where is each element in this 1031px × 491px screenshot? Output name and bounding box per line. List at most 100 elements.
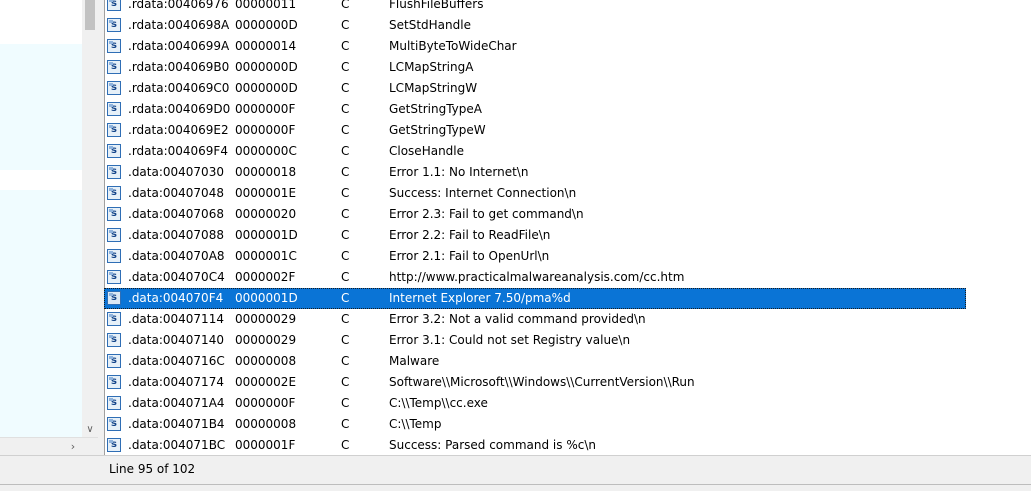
left-pane[interactable]: ∨ ›	[0, 0, 98, 455]
string-value: MultiByteToWideChar	[389, 39, 517, 53]
string-row[interactable]: s .data:00407030 00000018 C Error 1.1: No In…	[104, 162, 966, 183]
string-address: .rdata:004069C0	[128, 81, 230, 95]
string-address: .rdata:004069D0	[128, 102, 231, 116]
string-row[interactable]: s .data:00407088 0000001D C Error 2.2: Fail …	[104, 225, 966, 246]
string-length: 00000018	[235, 165, 297, 179]
string-row[interactable]: s .data:004070F4 0000001D C Internet Explore…	[104, 288, 966, 309]
string-address: .rdata:004069E2	[128, 123, 229, 137]
string-row[interactable]: s .data:004071A4 0000000F C C:\\Temp\\cc.exe	[104, 393, 966, 414]
string-icon: s	[107, 39, 121, 53]
string-row[interactable]: s .rdata:0040698A 0000000D C SetStdHandle	[104, 15, 966, 36]
string-address: .rdata:004069F4	[128, 144, 228, 158]
string-icon: s	[107, 270, 121, 284]
string-icon: s	[107, 102, 121, 116]
string-row[interactable]: s .rdata:004069F4 0000000C C CloseHandle	[104, 141, 966, 162]
string-value: LCMapStringA	[389, 60, 474, 74]
string-length: 0000001C	[235, 249, 297, 263]
string-row[interactable]: s .data:00407068 00000020 C Error 2.3: Fail …	[104, 204, 966, 225]
string-row[interactable]: s .rdata:004069E2 0000000F C GetStringTypeW	[104, 120, 966, 141]
string-type: C	[341, 396, 350, 410]
string-row[interactable]: s .data:004070A8 0000001C C Error 2.1: Fail …	[104, 246, 966, 267]
string-icon: s	[107, 249, 121, 263]
string-row[interactable]: s .data:004070C4 0000002F Chttp://www.pract…	[104, 267, 966, 288]
string-value: Error 2.2: Fail to ReadFile\n	[389, 228, 551, 242]
string-type: C	[341, 249, 350, 263]
string-length: 0000002F	[235, 270, 296, 284]
string-value: FlushFileBuffers	[389, 0, 484, 11]
string-value: LCMapStringW	[389, 81, 478, 95]
string-value: Internet Explorer 7.50/pma%d	[389, 291, 571, 305]
string-row[interactable]: s .rdata:004069B0 0000000D C LCMapStringA	[104, 57, 966, 78]
string-type: C	[341, 228, 350, 242]
string-type: C	[341, 60, 350, 74]
string-row[interactable]: s .data:00407048 0000001E C Success: Interne…	[104, 183, 966, 204]
string-value: Error 3.2: Not a valid command provided\…	[389, 312, 646, 326]
string-length: 0000001F	[235, 438, 296, 452]
string-address: .data:004071BC	[128, 438, 226, 452]
string-row[interactable]: s .data:00407114 00000029 C Error 3.2: Not a…	[104, 309, 966, 330]
string-type: C	[341, 417, 350, 431]
string-length: 0000001E	[235, 186, 297, 200]
string-row[interactable]: s .data:004071B4 00000008 C C:\\Temp	[104, 414, 966, 435]
string-address: .rdata:0040699A	[128, 39, 230, 53]
string-length: 0000000F	[235, 396, 296, 410]
string-value: Malware	[389, 354, 440, 368]
string-row[interactable]: s .rdata:004069C0 0000000D C LCMapStringW	[104, 78, 966, 99]
string-type: C	[341, 354, 350, 368]
string-type: C	[341, 123, 350, 137]
left-horizontal-scrollbar[interactable]: ›	[0, 437, 98, 455]
string-type: C	[341, 102, 350, 116]
string-address: .rdata:004069B0	[128, 60, 230, 74]
string-address: .data:00407030	[128, 165, 224, 179]
string-value: Success: Parsed command is %c\n	[389, 438, 596, 452]
string-value: Error 1.1: No Internet\n	[389, 165, 529, 179]
string-type: C	[341, 375, 350, 389]
string-type: C	[341, 81, 350, 95]
string-icon: s	[107, 0, 121, 11]
chevron-right-icon[interactable]: ›	[66, 438, 80, 455]
string-address: .data:004071B4	[128, 417, 225, 431]
string-length: 00000008	[235, 354, 297, 368]
string-row[interactable]: s .data:00407174 0000002E C Software\\Micros…	[104, 372, 966, 393]
string-length: 00000008	[235, 417, 297, 431]
string-address: .data:00407088	[128, 228, 224, 242]
scrollbar-thumb[interactable]	[85, 0, 95, 30]
left-pane-highlight-band	[0, 190, 82, 437]
string-type: C	[341, 291, 350, 305]
chevron-down-icon[interactable]: ∨	[82, 423, 98, 437]
string-row[interactable]: s .rdata:0040699A 00000014 C MultiByteToWide…	[104, 36, 966, 57]
string-type: C	[341, 312, 350, 326]
string-length: 0000000D	[235, 60, 298, 74]
string-address: .data:00407068	[128, 207, 224, 221]
string-row[interactable]: s .rdata:004069D0 0000000F C GetStringTypeA	[104, 99, 966, 120]
string-row[interactable]: s .data:00407140 00000029 C Error 3.1: Could…	[104, 330, 966, 351]
left-vertical-scrollbar[interactable]: ∨	[82, 0, 98, 437]
strings-list[interactable]: s .rdata:00406976 00000011 C FlushFileBuffer…	[104, 0, 1031, 455]
string-length: 0000000F	[235, 102, 296, 116]
string-type: C	[341, 186, 350, 200]
string-row[interactable]: s .rdata:00406976 00000011 C FlushFileBuffer…	[104, 0, 966, 15]
string-row[interactable]: s .data:0040716C 00000008 C Malware	[104, 351, 966, 372]
string-icon: s	[107, 375, 121, 389]
string-icon: s	[107, 312, 121, 326]
string-length: 0000002E	[235, 375, 297, 389]
string-row[interactable]: s .data:004071BC 0000001F C Success: Parsed …	[104, 435, 966, 455]
string-address: .data:004070A8	[128, 249, 225, 263]
string-length: 00000014	[235, 39, 297, 53]
string-icon: s	[107, 396, 121, 410]
string-length: 00000029	[235, 312, 297, 326]
string-length: 00000029	[235, 333, 297, 347]
string-icon: s	[107, 81, 121, 95]
string-address: .data:00407174	[128, 375, 224, 389]
string-length: 0000001D	[235, 228, 298, 242]
string-length: 00000011	[235, 0, 297, 11]
string-type: C	[341, 0, 350, 11]
string-address: .data:00407048	[128, 186, 224, 200]
string-value: Software\\Microsoft\\Windows\\CurrentVer…	[389, 375, 695, 389]
string-length: 0000000D	[235, 18, 298, 32]
string-icon: s	[107, 207, 121, 221]
string-icon: s	[107, 291, 121, 305]
string-address: .rdata:0040698A	[128, 18, 230, 32]
string-length: 0000000C	[235, 144, 297, 158]
string-address: .data:004070F4	[128, 291, 224, 305]
